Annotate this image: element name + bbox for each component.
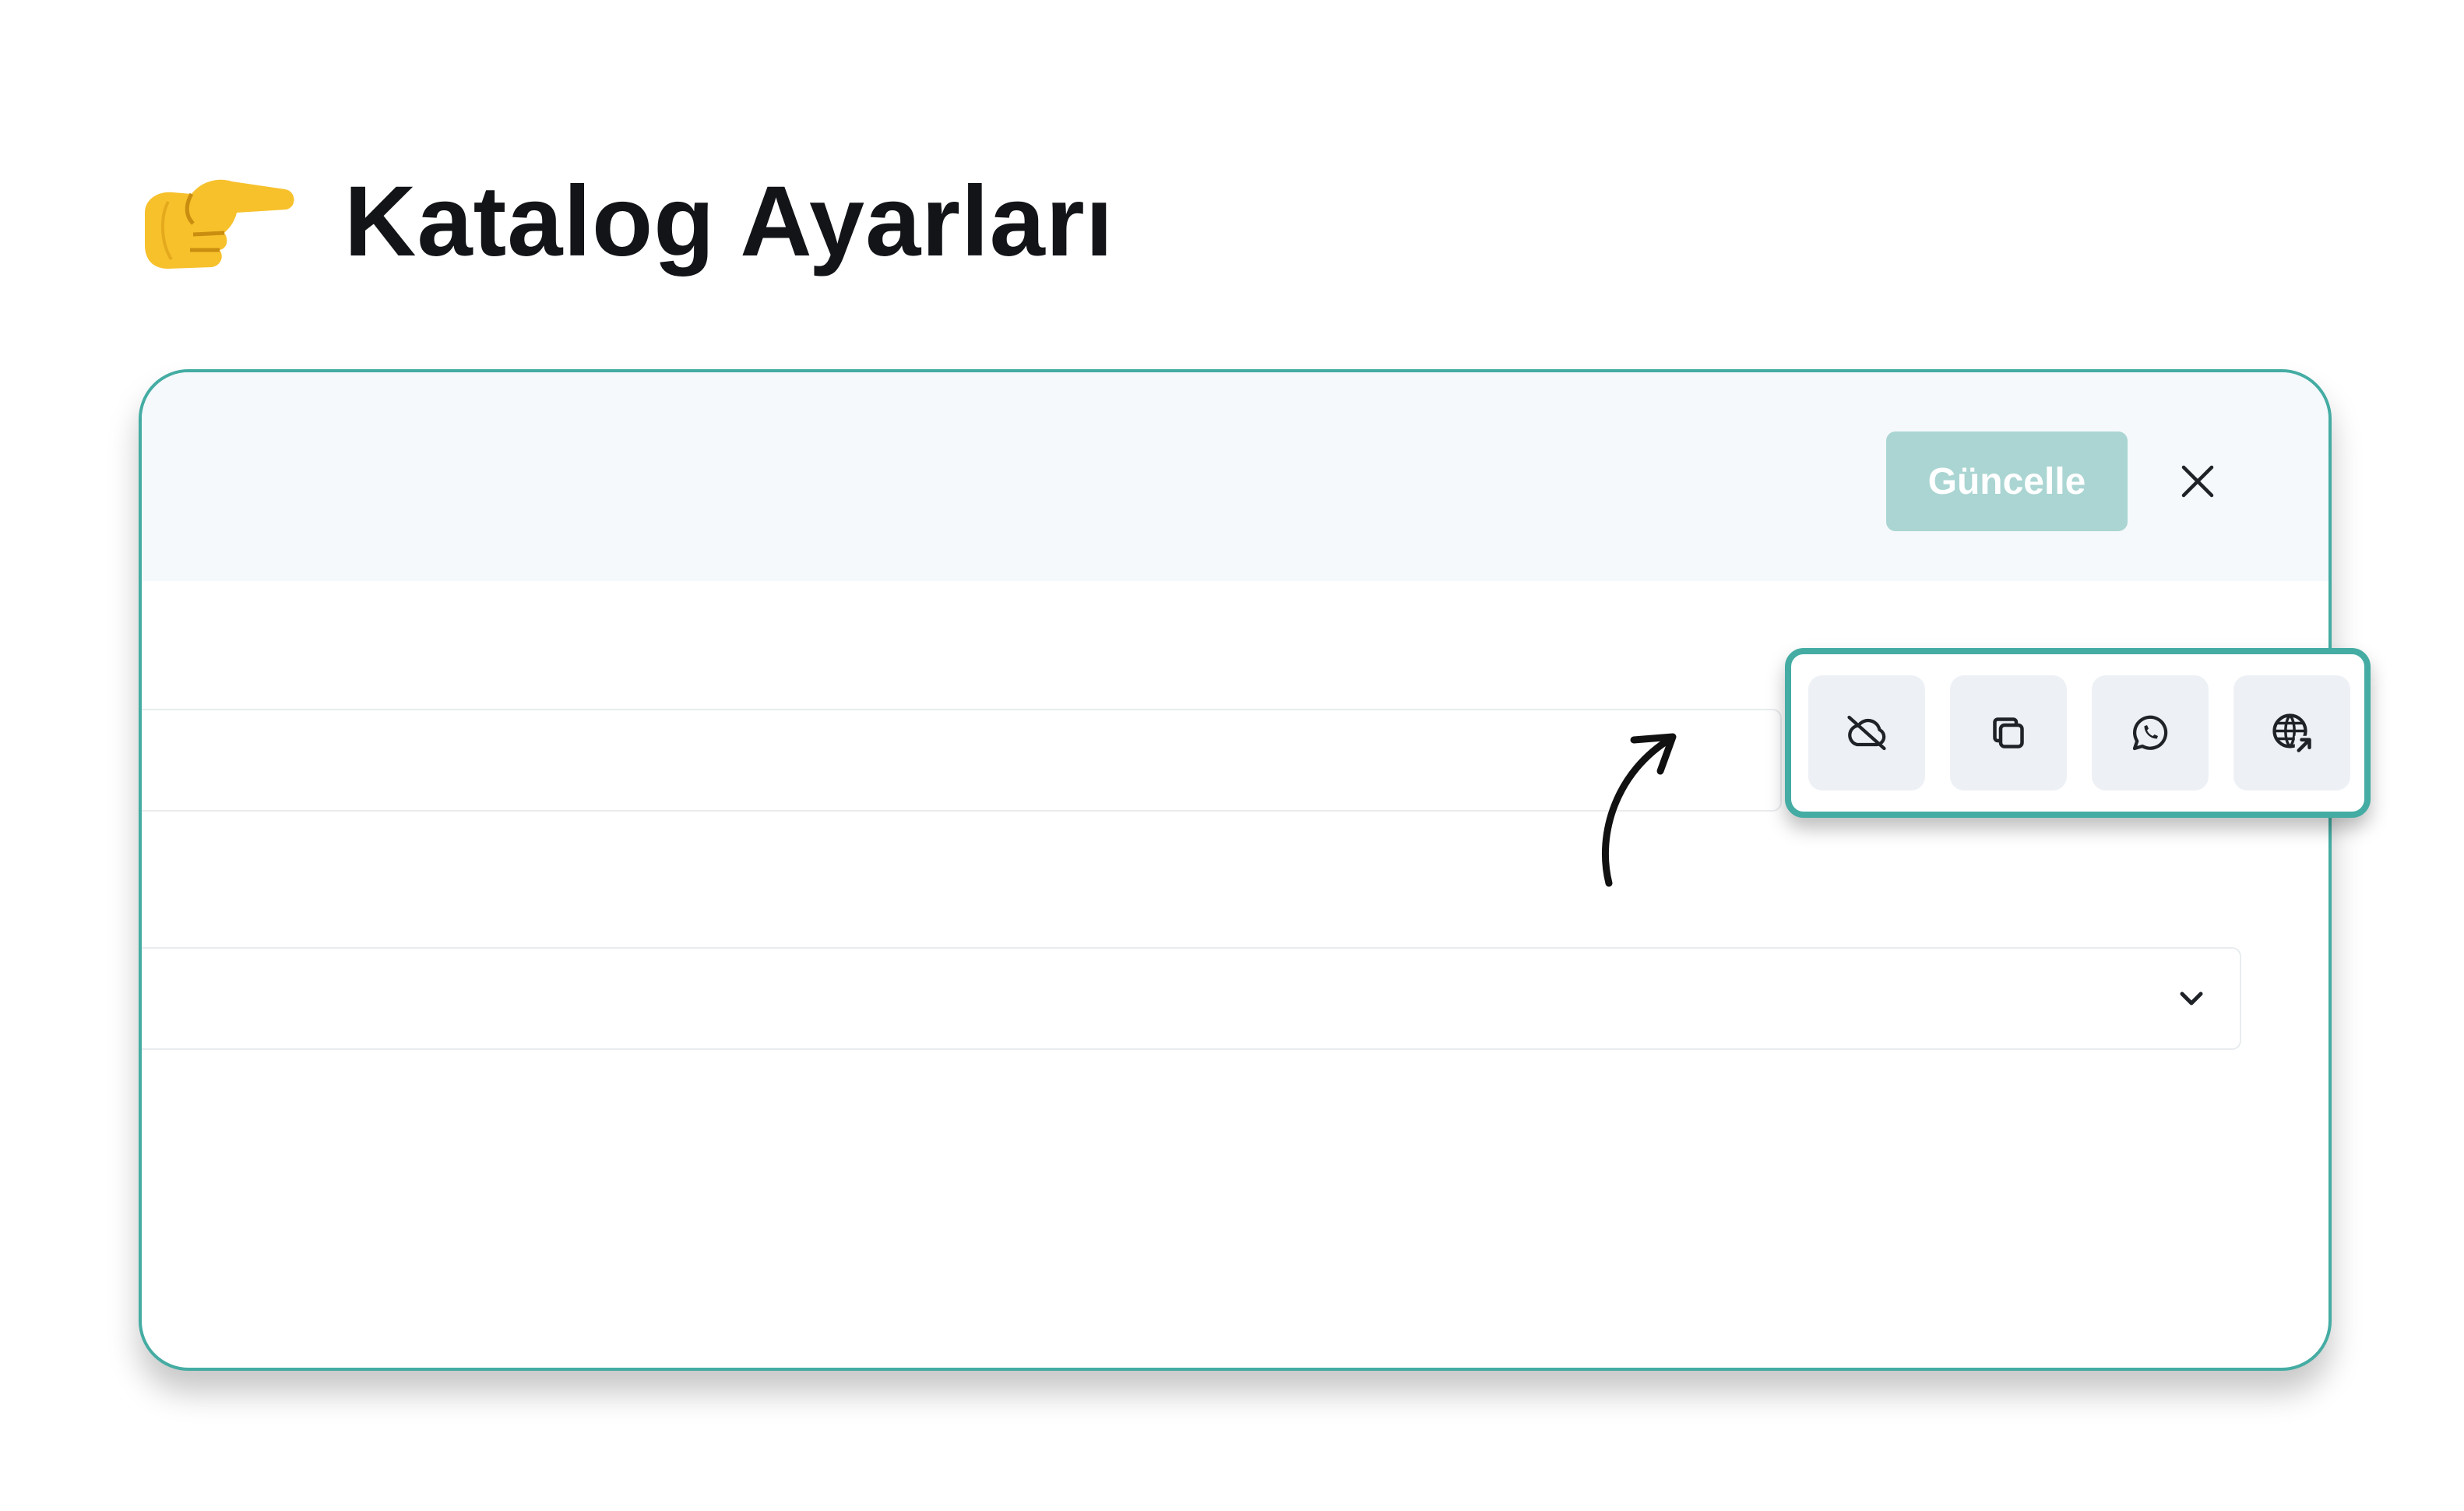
annotation-arrow-icon — [1601, 733, 1677, 887]
page-title: Katalog Ayarları — [344, 166, 1114, 277]
open-website-button[interactable] — [2233, 675, 2350, 791]
action-toolbar — [1785, 648, 2371, 818]
cloud-off-icon — [1847, 715, 1886, 751]
whatsapp-icon — [2132, 715, 2168, 751]
select-field[interactable] — [142, 947, 2241, 1050]
whatsapp-share-button[interactable] — [2092, 675, 2209, 791]
chevron-down-icon — [2180, 991, 2203, 1006]
page-heading: Katalog Ayarları — [137, 164, 1114, 280]
close-icon — [2181, 465, 2214, 498]
update-button[interactable]: Güncelle — [1886, 431, 2128, 531]
catalog-settings-panel: Güncelle — [139, 369, 2332, 1371]
canvas: Katalog Ayarları Güncelle — [0, 0, 2464, 1511]
text-input[interactable] — [142, 709, 1782, 812]
unpublish-button[interactable] — [1808, 675, 1925, 791]
pointing-hand-icon — [145, 179, 294, 269]
globe-external-icon — [2272, 713, 2313, 754]
copy-button[interactable] — [1950, 675, 2067, 791]
close-button[interactable] — [2163, 447, 2232, 516]
copy-icon — [1993, 717, 2024, 748]
